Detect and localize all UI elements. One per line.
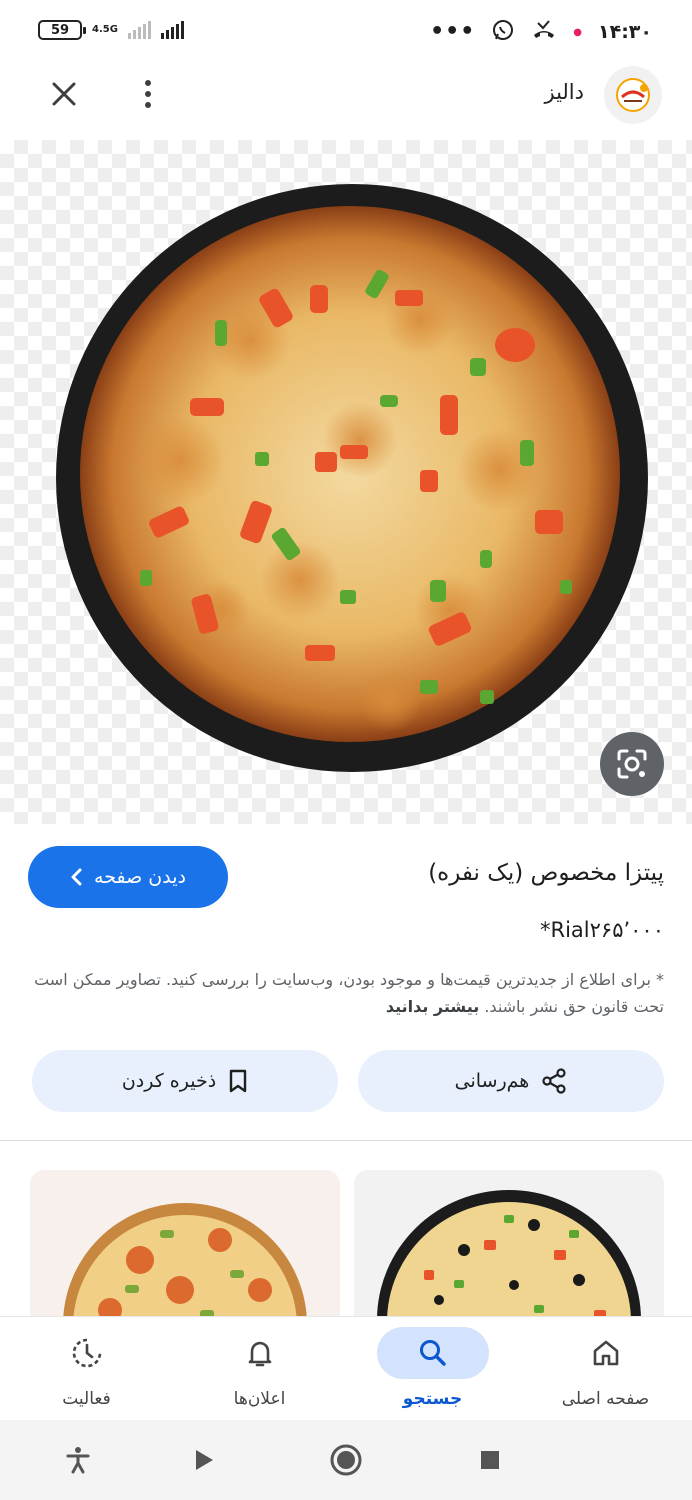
share-button[interactable]: هم‌رسانی (358, 1050, 664, 1112)
bookmark-icon (229, 1069, 247, 1093)
product-title: پیتزا مخصوص (یک نفره) (428, 860, 664, 886)
viewer-header: داليز (0, 62, 692, 132)
home-system-button[interactable] (326, 1440, 366, 1480)
whatsapp-icon (491, 18, 515, 46)
image-preview[interactable] (0, 140, 692, 824)
battery-level: 59 (50, 22, 70, 38)
recents-button[interactable] (470, 1440, 510, 1480)
network-label: 4.5G (92, 24, 118, 35)
product-price: *Rial۲۶۵٬۰۰۰ (540, 918, 664, 942)
nav-search[interactable]: جستجو (346, 1317, 519, 1421)
pizza-thumbnail (63, 1203, 307, 1330)
google-lens-icon (617, 749, 647, 779)
status-bar: 59 4.5G ••• ● ۱۴:۳۰ (0, 0, 692, 62)
nav-notifications[interactable]: اعلان‌ها (173, 1317, 346, 1421)
signal-icon-sim2 (160, 21, 184, 39)
more-notifications-icon: ••• (430, 19, 476, 44)
share-label: هم‌رسانی (454, 1070, 530, 1092)
google-lens-button[interactable] (600, 732, 664, 796)
daliz-logo-icon (616, 78, 650, 112)
disclaimer-text: * برای اطلاع از جدیدترین قیمت‌ها و موجود… (34, 970, 664, 1016)
activity-icon (72, 1338, 101, 1368)
clock: ۱۴:۳۰ (598, 21, 652, 43)
nav-notifications-label: اعلان‌ها (233, 1389, 286, 1409)
visit-page-label: دیدن صفحه (94, 866, 186, 888)
search-icon (419, 1340, 446, 1366)
related-image[interactable] (354, 1170, 664, 1330)
signal-icon-sim1 (127, 21, 151, 39)
battery-indicator: 59 (38, 20, 86, 40)
square-recents-icon (481, 1451, 499, 1469)
save-label: ذخیره کردن (121, 1070, 217, 1092)
section-divider (0, 1140, 692, 1141)
disclaimer: * برای اطلاع از جدیدترین قیمت‌ها و موجود… (28, 966, 664, 1020)
nav-home[interactable]: صفحه اصلی (519, 1317, 692, 1421)
system-navigation-bar (0, 1420, 692, 1500)
missed-call-icon (531, 19, 557, 45)
accessibility-icon (66, 1447, 90, 1474)
play-icon (196, 1450, 213, 1470)
site-name[interactable]: داليز (544, 80, 584, 104)
learn-more-link[interactable]: بیشتر بدانید (386, 997, 479, 1016)
nav-home-label: صفحه اصلی (561, 1389, 650, 1409)
more-vert-icon (145, 80, 151, 108)
visit-page-button[interactable]: دیدن صفحه (28, 846, 228, 908)
more-options-button[interactable] (128, 74, 168, 114)
network-type: 4.5G (92, 25, 118, 35)
pizza-thumbnail (377, 1190, 641, 1330)
nav-activity[interactable]: فعالیت (0, 1317, 173, 1421)
nav-activity-label: فعالیت (62, 1389, 111, 1409)
share-icon (542, 1068, 566, 1094)
circle-home-icon (330, 1444, 362, 1476)
site-logo[interactable] (604, 66, 662, 124)
bottom-navigation: صفحه اصلی جستجو اعلان‌ها فعالیت (0, 1316, 692, 1420)
carrier-icon: ● (573, 26, 582, 38)
related-image[interactable] (30, 1170, 340, 1330)
close-icon (52, 82, 76, 106)
home-icon (593, 1340, 618, 1366)
save-button[interactable]: ذخیره کردن (32, 1050, 338, 1112)
pizza-image (56, 184, 648, 772)
accessibility-button[interactable] (58, 1440, 98, 1480)
nav-search-label: جستجو (402, 1389, 463, 1409)
play-button[interactable] (184, 1440, 224, 1480)
chevron-left-icon (71, 868, 82, 886)
close-button[interactable] (44, 74, 84, 114)
bell-icon (248, 1341, 271, 1367)
